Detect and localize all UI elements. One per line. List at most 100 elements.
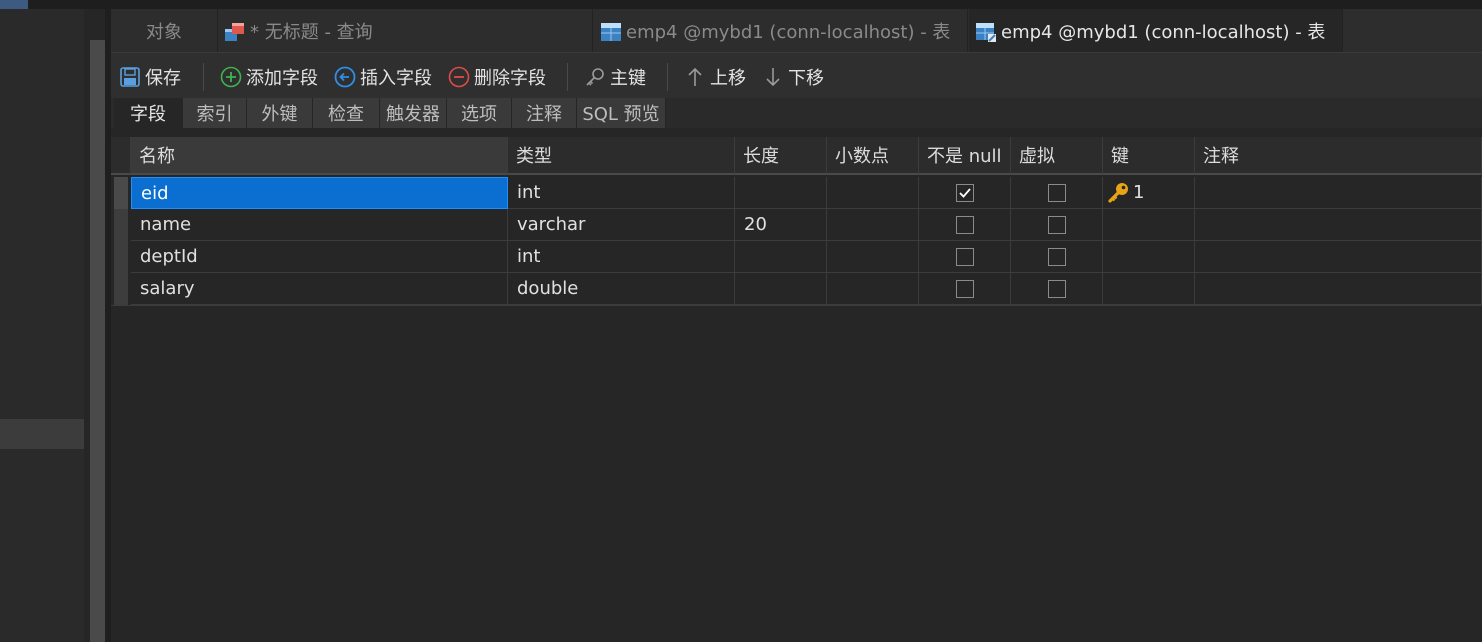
cell-field-decimals[interactable] [827,273,919,305]
tab-label: * 无标题 - 查询 [250,21,373,43]
delete-circle-icon [448,66,470,88]
cell-field-length[interactable]: 20 [735,209,827,241]
tab-objects[interactable]: 对象 [111,9,218,52]
cell-field-comment[interactable] [1195,273,1482,305]
subtab-foreign-keys[interactable]: 外键 [247,98,313,128]
cell-not-null[interactable] [919,209,1011,241]
cell-field-comment[interactable] [1195,177,1482,209]
tab-emp4-design[interactable]: emp4 @mybd1 (conn-localhost) - 表 [969,9,1343,52]
column-header-length[interactable]: 长度 [735,137,827,175]
not-null-checkbox[interactable] [955,215,974,234]
query-icon [224,21,244,41]
cell-key[interactable] [1103,209,1195,241]
subtab-options[interactable]: 选项 [447,98,512,128]
save-icon [119,66,141,88]
cell-field-decimals[interactable] [827,209,919,241]
move-down-button[interactable]: 下移 [762,53,824,101]
subtab-checks[interactable]: 检查 [313,98,380,128]
not-null-checkbox[interactable] [955,247,974,266]
delete-field-label: 删除字段 [474,68,546,89]
cell-field-name[interactable]: eid [131,177,508,209]
cell-field-decimals[interactable] [827,177,919,209]
insert-arrow-icon [334,66,356,88]
cell-virtual[interactable] [1011,273,1103,305]
move-up-button[interactable]: 上移 [684,53,746,101]
key-order: 1 [1133,182,1145,203]
subtab-triggers[interactable]: 触发器 [380,98,447,128]
design-subtabs: 字段 索引 外键 检查 触发器 选项 注释 SQL 预览 [111,98,1482,128]
cell-key[interactable]: 1 [1103,177,1195,209]
add-circle-icon [220,66,242,88]
cell-not-null[interactable] [919,241,1011,273]
column-header-name[interactable]: 名称 [131,137,508,175]
toolbar-divider [567,63,568,91]
design-toolbar: 保存 添加字段 插入字段 删除字段 主键 上移 下移 [111,52,1482,101]
cell-field-name[interactable]: name [131,209,508,241]
column-header-comment[interactable]: 注释 [1195,137,1482,175]
tab-untitled-query[interactable]: * 无标题 - 查询 [218,9,593,52]
subtab-indexes[interactable]: 索引 [183,98,247,128]
column-header-decimals[interactable]: 小数点 [827,137,919,175]
subtab-fields[interactable]: 字段 [114,98,183,128]
cell-field-type[interactable]: double [508,273,735,305]
primary-key-label: 主键 [610,68,646,89]
cell-virtual[interactable] [1011,209,1103,241]
row-indicator[interactable] [114,273,128,305]
subtab-comments[interactable]: 注释 [512,98,577,128]
document-tab-bar: 对象 * 无标题 - 查询 emp4 @mybd1 (conn-localhos… [111,9,1482,52]
app-corner [0,0,28,9]
tab-emp4-table[interactable]: emp4 @mybd1 (conn-localhost) - 表 [594,9,968,52]
virtual-checkbox[interactable] [1047,215,1066,234]
row-indicator[interactable] [114,241,128,273]
table-icon [600,21,621,41]
row-indicator[interactable] [114,209,128,241]
tree-selected-item[interactable] [0,419,84,449]
cell-not-null[interactable] [919,177,1011,209]
save-button[interactable]: 保存 [119,53,181,101]
move-up-label: 上移 [710,68,746,89]
cell-virtual[interactable] [1011,241,1103,273]
subtab-sql-preview[interactable]: SQL 预览 [577,98,666,128]
not-null-checkbox[interactable] [955,279,974,298]
cell-field-name[interactable]: salary [131,273,508,305]
cell-virtual[interactable] [1011,177,1103,209]
key-outline-icon [584,66,606,88]
cell-field-decimals[interactable] [827,241,919,273]
cell-key[interactable] [1103,273,1195,305]
insert-field-button[interactable]: 插入字段 [334,53,432,101]
add-field-button[interactable]: 添加字段 [220,53,318,101]
row-header-corner [111,137,131,175]
fields-grid[interactable]: 名称 类型 长度 小数点 不是 null 虚拟 键 注释 eid int 1 n… [111,137,1482,642]
cell-field-type[interactable]: int [508,241,735,273]
tab-label: emp4 @mybd1 (conn-localhost) - 表 [1001,21,1326,43]
primary-key-button[interactable]: 主键 [584,53,646,101]
cell-field-type[interactable]: int [508,177,735,209]
virtual-checkbox[interactable] [1047,247,1066,266]
column-header-virtual[interactable]: 虚拟 [1011,137,1103,175]
column-header-type[interactable]: 类型 [508,137,735,175]
cell-not-null[interactable] [919,273,1011,305]
cell-key[interactable] [1103,241,1195,273]
row-indicator[interactable] [114,177,128,209]
object-tree-panel[interactable] [0,9,84,642]
arrow-up-icon [684,66,706,88]
cell-field-comment[interactable] [1195,241,1482,273]
delete-field-button[interactable]: 删除字段 [448,53,546,101]
cell-field-length[interactable] [735,241,827,273]
virtual-checkbox[interactable] [1047,183,1066,202]
not-null-checkbox-checked[interactable] [955,183,974,202]
cell-field-length[interactable] [735,273,827,305]
virtual-checkbox[interactable] [1047,279,1066,298]
toolbar-divider [667,63,668,91]
column-header-not-null[interactable]: 不是 null [919,137,1011,175]
cell-field-name[interactable]: deptId [131,241,508,273]
vertical-scrollbar[interactable] [90,40,105,642]
tab-label: 对象 [146,21,182,43]
primary-key-icon [1107,181,1131,205]
cell-field-comment[interactable] [1195,209,1482,241]
cell-field-type[interactable]: varchar [508,209,735,241]
arrow-down-icon [762,66,784,88]
table-design-icon [975,21,996,42]
cell-field-length[interactable] [735,177,827,209]
column-header-key[interactable]: 键 [1103,137,1195,175]
